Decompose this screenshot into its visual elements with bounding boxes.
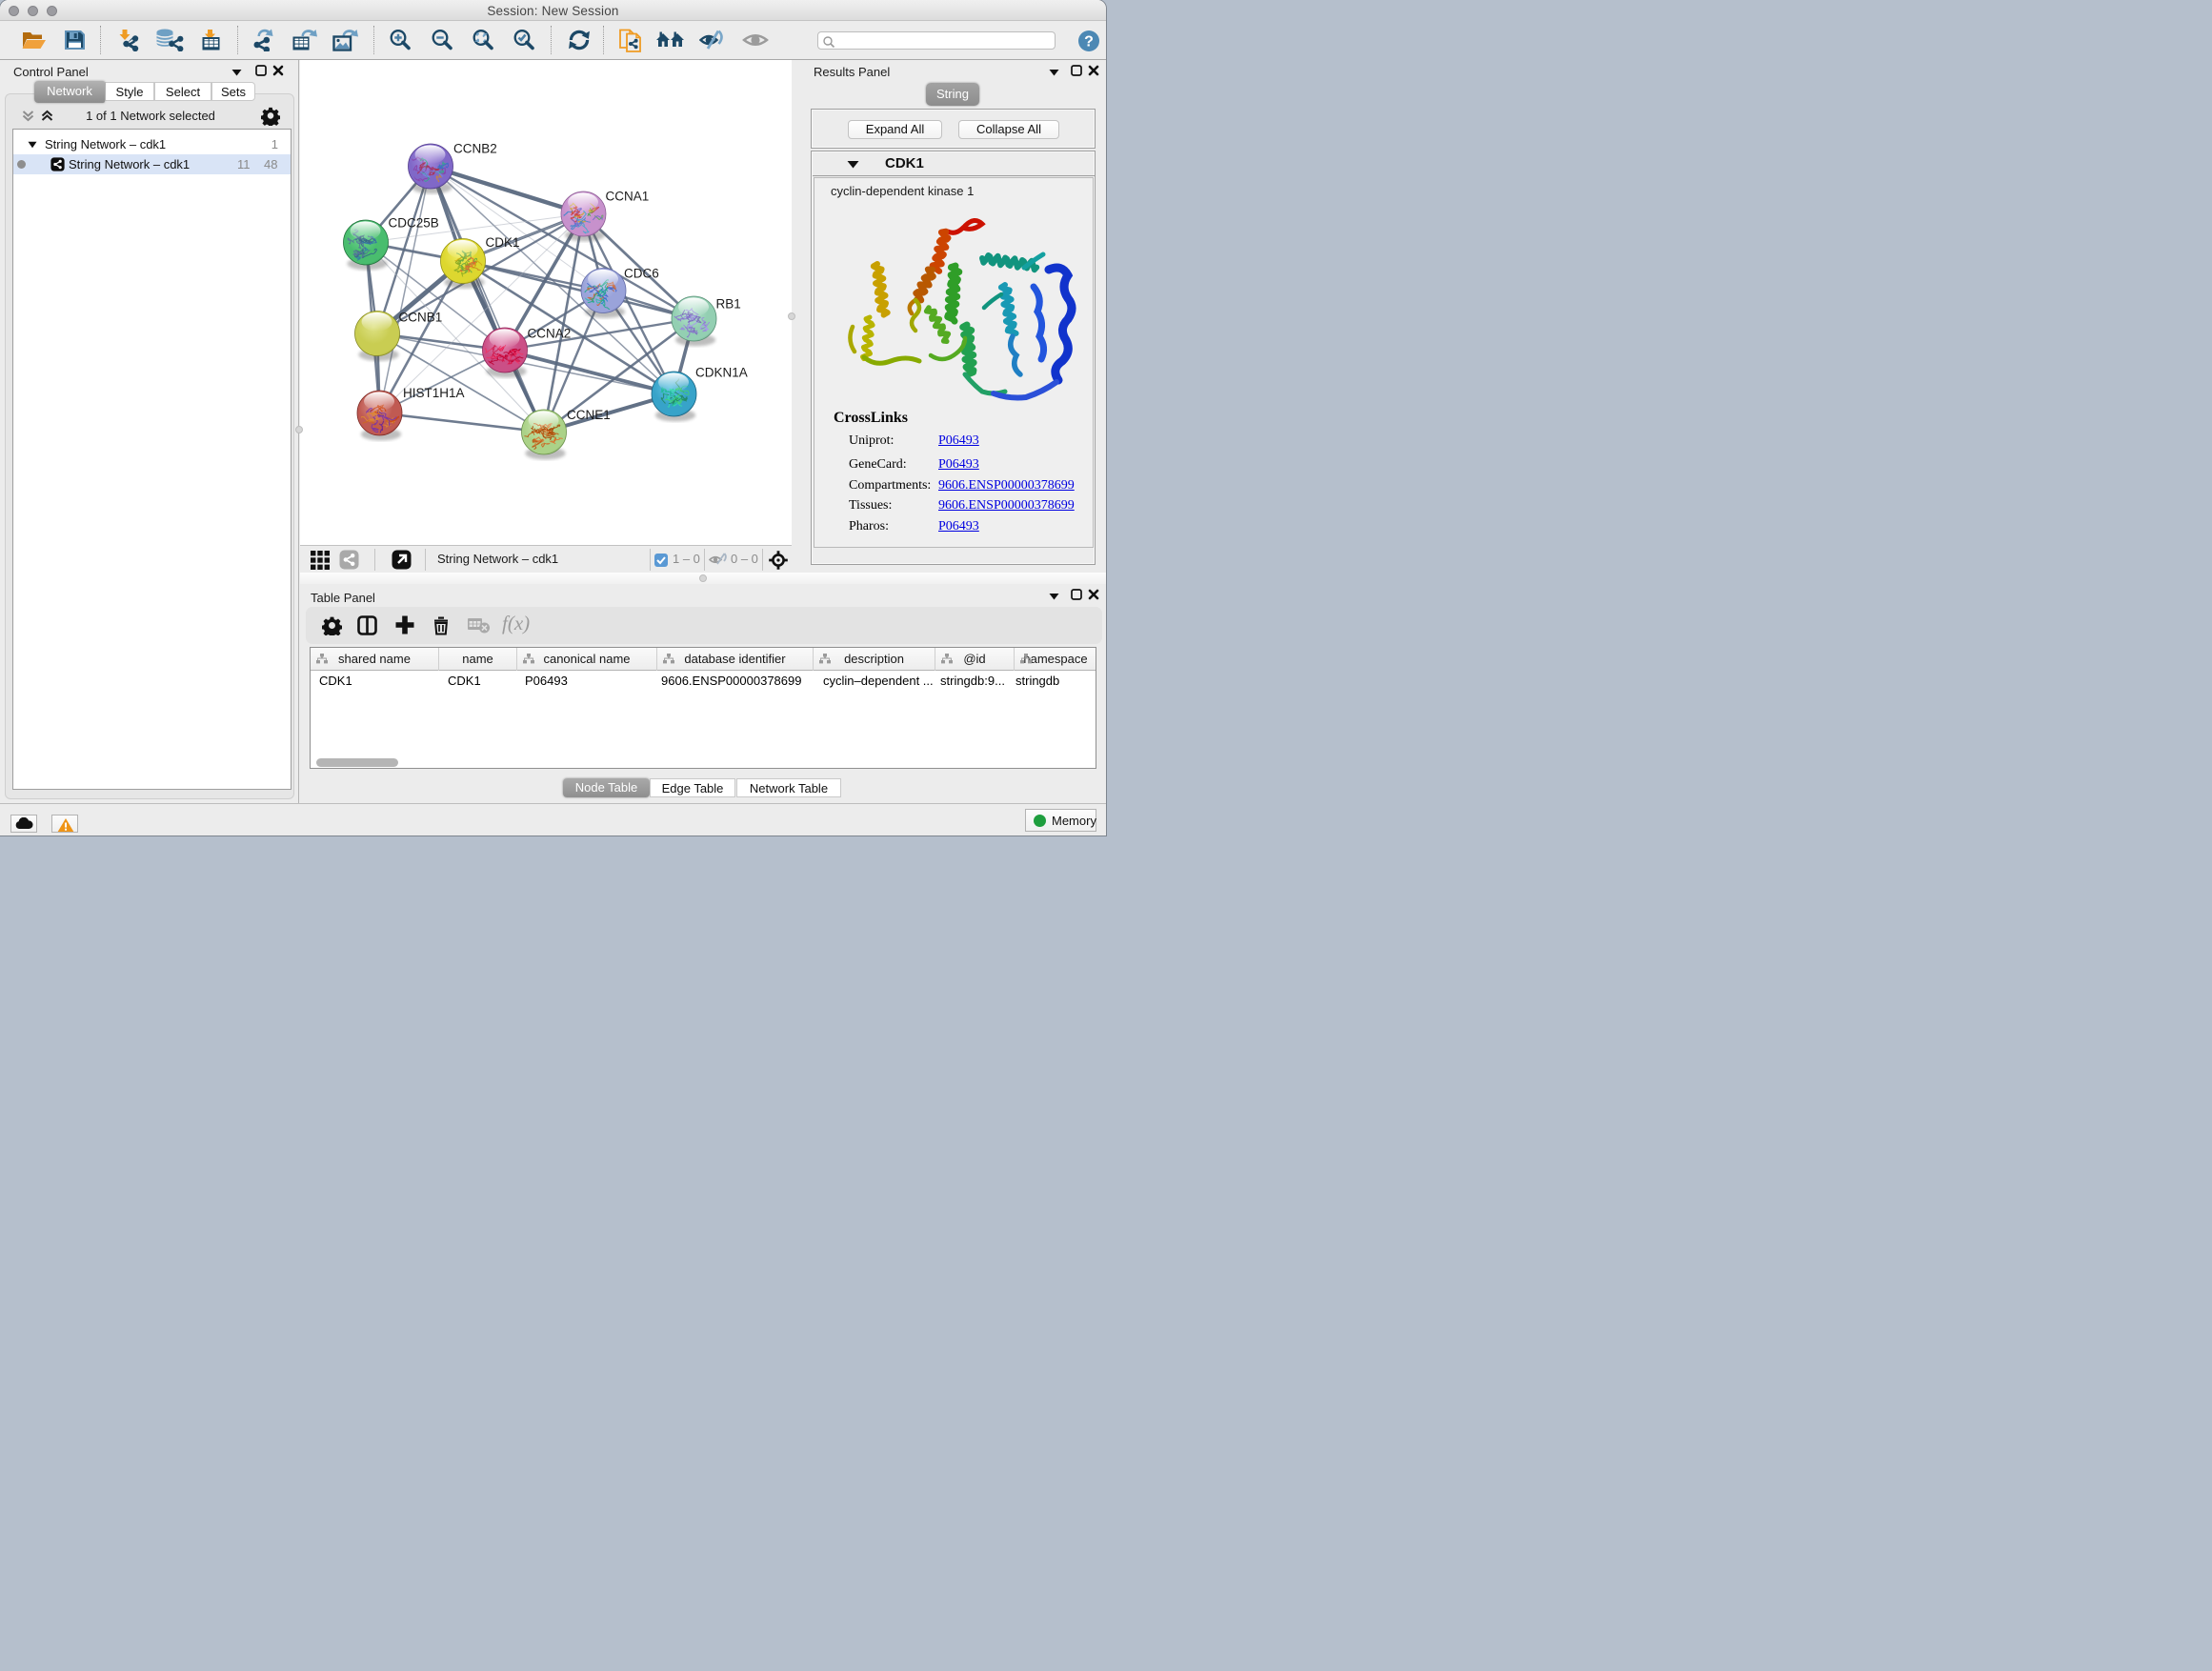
svg-text:CDC25B: CDC25B [389,216,439,231]
svg-text:CDC6: CDC6 [624,267,659,281]
svg-text:CCNB2: CCNB2 [453,142,497,156]
svg-text:CCNA2: CCNA2 [528,327,572,341]
svg-text:CCNA1: CCNA1 [606,190,650,204]
svg-text:CDK1: CDK1 [486,235,520,250]
svg-text:?: ? [1084,34,1094,50]
svg-text:RB1: RB1 [716,297,741,312]
svg-text:CDKN1A: CDKN1A [695,366,748,380]
svg-text:HIST1H1A: HIST1H1A [403,386,465,400]
svg-text:CCNE1: CCNE1 [567,408,611,422]
svg-text:CCNB1: CCNB1 [399,311,443,325]
